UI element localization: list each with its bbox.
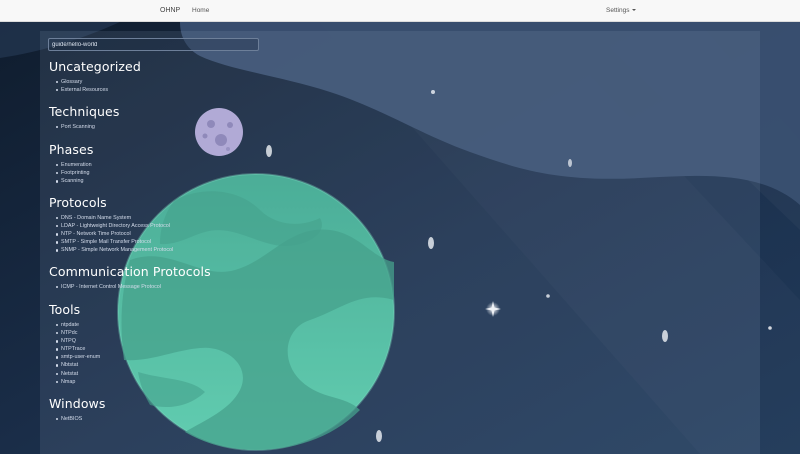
list-item[interactable]: Footprinting <box>55 169 93 177</box>
section-list: Enumeration Footprinting Scanning <box>49 161 93 185</box>
section-windows: Windows NetBIOS <box>49 397 106 423</box>
caret-down-icon <box>631 9 636 11</box>
list-item[interactable]: NTPdc <box>55 329 100 337</box>
settings-label: Settings <box>606 7 630 14</box>
list-item[interactable]: NTPQ <box>55 337 100 345</box>
section-uncategorized: Uncategorized Glossary External Resource… <box>49 60 141 94</box>
search-input[interactable] <box>48 38 259 51</box>
list-item[interactable]: NTP - Network Time Protocol <box>55 230 173 238</box>
section-title: Phases <box>49 142 94 157</box>
list-item[interactable]: Glossary <box>56 78 141 86</box>
section-phases: Phases Enumeration Footprinting Scanning <box>49 143 93 185</box>
list-item[interactable]: Netstat <box>55 370 100 378</box>
section-list: Port Scanning <box>49 123 119 131</box>
list-item[interactable]: Port Scanning <box>55 123 119 131</box>
nav-home-link[interactable]: Home <box>192 7 209 14</box>
list-item[interactable]: ICMP - Internet Control Message Protocol <box>56 283 211 291</box>
list-item[interactable]: Nbtstat <box>55 361 100 369</box>
list-item[interactable]: DNS - Domain Name System <box>55 214 173 222</box>
section-list: DNS - Domain Name System LDAP - Lightwei… <box>49 214 173 254</box>
section-title: Protocols <box>49 195 107 210</box>
list-item[interactable]: LDAP - Lightweight Directory Access Prot… <box>55 222 173 230</box>
top-navbar: OHNP Home Settings <box>0 0 800 22</box>
list-item[interactable]: smtp-user-enum <box>55 353 100 361</box>
section-list: NetBIOS <box>49 415 106 423</box>
section-title: Windows <box>49 396 106 411</box>
list-item[interactable]: NetBIOS <box>56 415 106 423</box>
list-item[interactable]: External Resources <box>56 86 141 94</box>
list-item[interactable]: SNMP - Simple Network Management Protoco… <box>55 246 173 254</box>
brand-link[interactable]: OHNP <box>160 7 180 14</box>
section-list: ntpdate NTPdc NTPQ NTPTrace smtp-user-en… <box>49 321 100 386</box>
section-protocols: Protocols DNS - Domain Name System LDAP … <box>49 196 173 254</box>
list-item[interactable]: ntpdate <box>55 321 100 329</box>
list-item[interactable]: Scanning <box>55 177 93 185</box>
list-item[interactable]: Nmap <box>55 378 100 386</box>
section-list: Glossary External Resources <box>49 78 141 94</box>
content-panel: Uncategorized Glossary External Resource… <box>40 31 760 454</box>
section-list: ICMP - Internet Control Message Protocol <box>49 283 211 291</box>
section-title: Tools <box>49 302 81 317</box>
section-title: Techniques <box>49 104 120 119</box>
section-techniques: Techniques Port Scanning <box>49 105 119 131</box>
list-item[interactable]: SMTP - Simple Mail Transfer Protocol <box>55 238 173 246</box>
settings-dropdown[interactable]: Settings <box>606 7 636 14</box>
section-tools: Tools ntpdate NTPdc NTPQ NTPTrace smtp-u… <box>49 303 100 386</box>
list-item[interactable]: Enumeration <box>55 161 93 169</box>
list-item[interactable]: NTPTrace <box>55 345 100 353</box>
section-communication-protocols: Communication Protocols ICMP - Internet … <box>49 265 211 291</box>
section-title: Uncategorized <box>49 59 141 74</box>
section-title: Communication Protocols <box>49 264 211 279</box>
